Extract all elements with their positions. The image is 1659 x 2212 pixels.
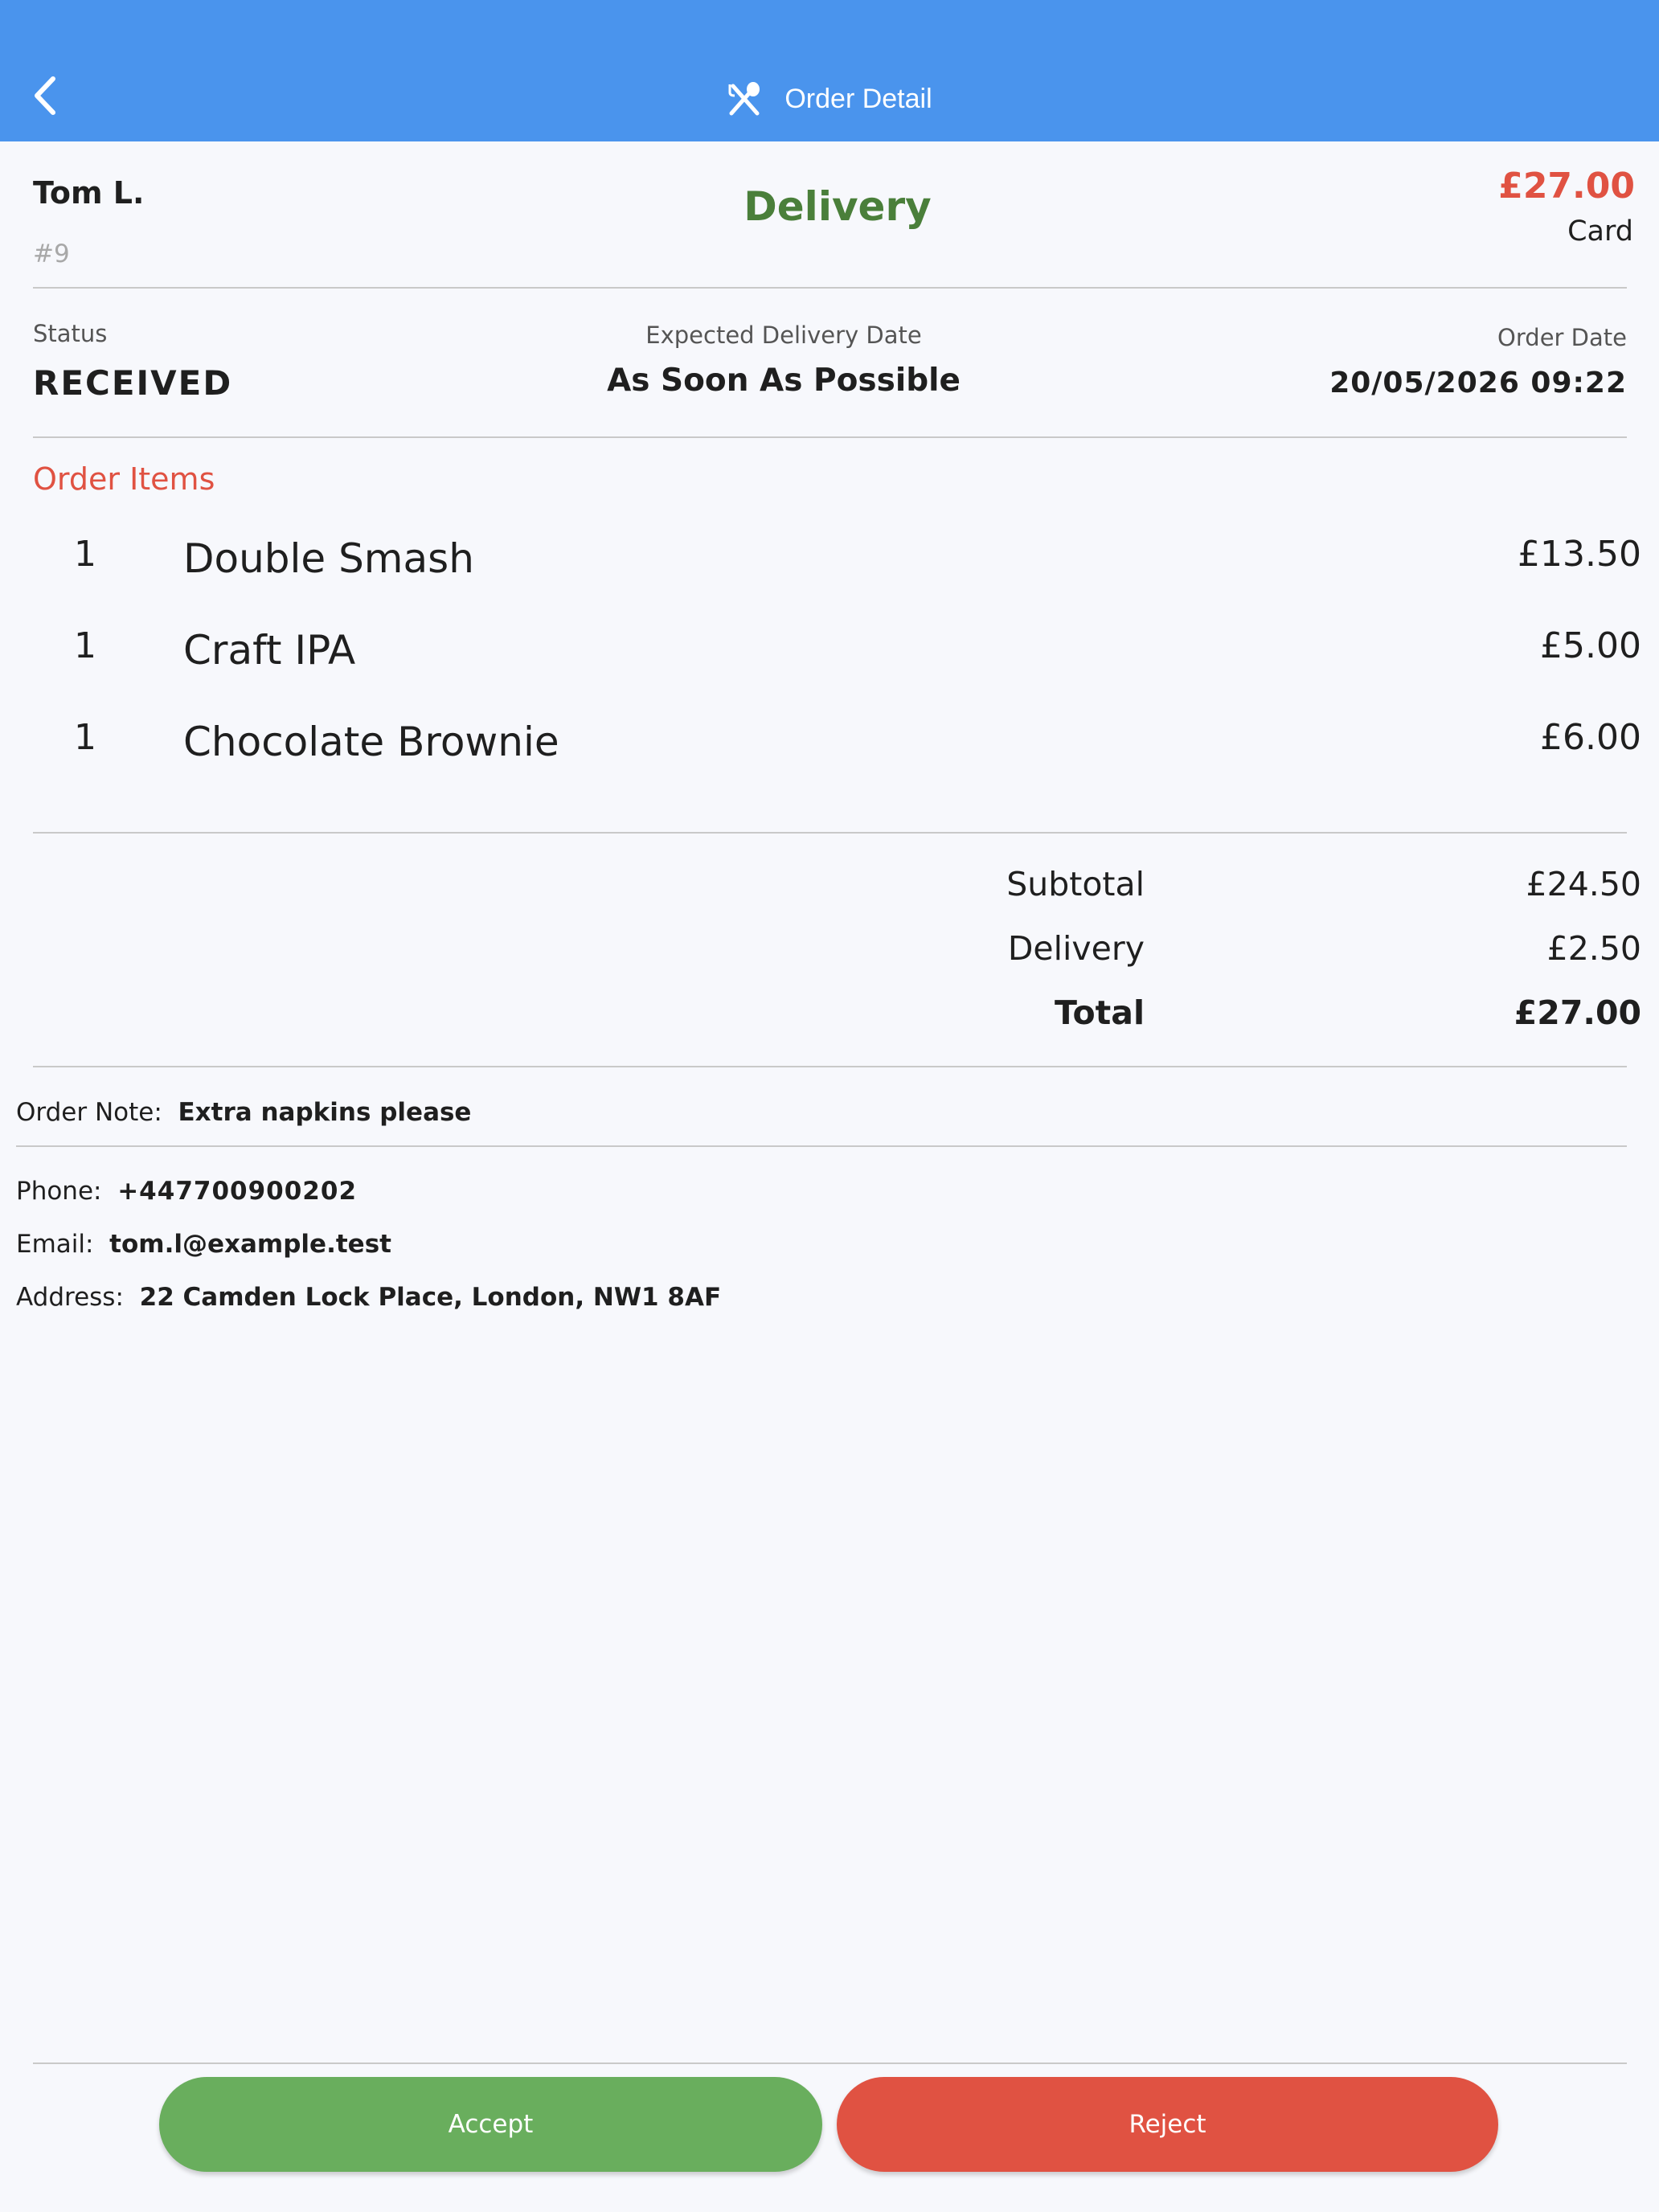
email-value[interactable]: tom.l@example.test [109, 1230, 391, 1259]
order-note-label: Order Note: [16, 1098, 162, 1127]
item-price: £6.00 [1540, 717, 1641, 758]
list-item: 1 Double Smash £13.50 [0, 529, 1659, 585]
total-value: £27.00 [1514, 993, 1641, 1032]
order-type: Delivery [743, 183, 932, 230]
item-name: Double Smash [183, 535, 474, 582]
subtotal-label: Subtotal [1006, 865, 1145, 903]
app-header [0, 0, 1659, 141]
divider [33, 287, 1627, 289]
divider [33, 2062, 1627, 2064]
page-title: Order Detail [784, 83, 932, 114]
item-quantity: 1 [74, 534, 96, 575]
contact-address: Address: 22 Camden Lock Place, London, N… [16, 1283, 721, 1312]
order-date-value: 20/05/2026 09:22 [1329, 367, 1627, 399]
address-value: 22 Camden Lock Place, London, NW1 8AF [139, 1283, 722, 1312]
order-note-value: Extra napkins please [178, 1098, 472, 1127]
phone-label: Phone: [16, 1177, 102, 1206]
divider [33, 832, 1627, 834]
list-item: 1 Chocolate Brownie £6.00 [0, 712, 1659, 768]
order-date-label: Order Date [1497, 324, 1627, 351]
list-item: 1 Craft IPA £5.00 [0, 621, 1659, 677]
order-total-amount: £27.00 [1498, 166, 1635, 207]
accept-button[interactable]: Accept [159, 2077, 822, 2172]
fork-spoon-icon [728, 82, 760, 116]
expected-delivery-label: Expected Delivery Date [645, 322, 922, 349]
phone-value[interactable]: +447700900202 [117, 1177, 357, 1206]
divider [33, 436, 1627, 438]
item-quantity: 1 [74, 625, 96, 666]
contact-phone: Phone: +447700900202 [16, 1177, 357, 1206]
header-title-bar: Order Detail [0, 79, 1659, 119]
reject-button[interactable]: Reject [837, 2077, 1498, 2172]
subtotal-value: £24.50 [1526, 865, 1641, 903]
divider [33, 1066, 1627, 1067]
order-note: Order Note: Extra napkins please [16, 1098, 471, 1127]
item-price: £13.50 [1518, 534, 1641, 575]
order-items-title: Order Items [33, 461, 215, 497]
total-label: Total [1054, 993, 1145, 1032]
divider [16, 1145, 1627, 1147]
delivery-fee-value: £2.50 [1546, 929, 1641, 968]
item-name: Chocolate Brownie [183, 719, 559, 765]
item-quantity: 1 [74, 717, 96, 758]
item-price: £5.00 [1540, 625, 1641, 666]
address-label: Address: [16, 1283, 124, 1312]
payment-method: Card [1567, 215, 1633, 248]
order-number: #9 [33, 240, 70, 268]
contact-email: Email: tom.l@example.test [16, 1230, 391, 1259]
delivery-fee-label: Delivery [1007, 929, 1145, 968]
item-name: Craft IPA [183, 627, 356, 674]
email-label: Email: [16, 1230, 94, 1259]
